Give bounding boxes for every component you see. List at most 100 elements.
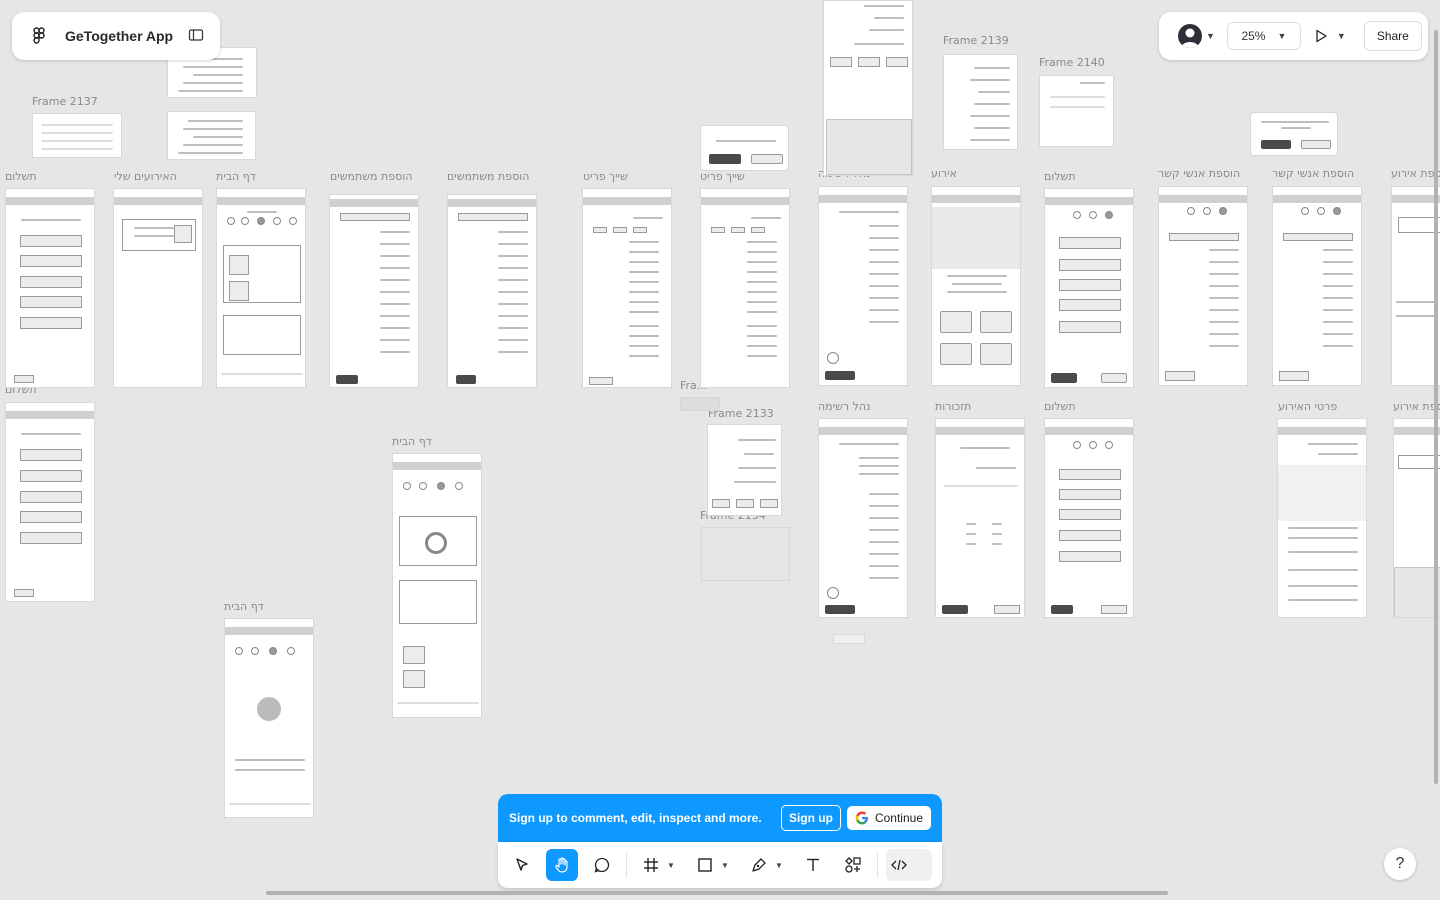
text-tool[interactable] — [797, 849, 829, 881]
frame-label[interactable]: Frame 2139 — [943, 34, 1009, 47]
horizontal-scrollbar[interactable] — [266, 891, 1168, 895]
file-header: GeTogether App — [12, 12, 220, 60]
frame-label[interactable]: דף הבית — [216, 170, 256, 183]
payment-frame[interactable] — [1044, 188, 1134, 388]
zoom-select[interactable]: 25% ▼ — [1226, 22, 1301, 50]
play-icon — [1316, 29, 1327, 43]
avatar — [1178, 24, 1202, 48]
add-contacts-frame[interactable] — [1158, 186, 1248, 386]
wireframe-frame[interactable] — [833, 634, 865, 644]
chevron-down-icon: ▼ — [1206, 31, 1215, 41]
reminders-frame[interactable] — [935, 418, 1025, 618]
frame-label[interactable]: האירועים שלי — [114, 170, 177, 183]
frame-label[interactable]: דף הבית — [224, 600, 264, 613]
frame-label[interactable]: הוספת אנשי קשר — [1272, 167, 1354, 180]
event-details-frame[interactable] — [1277, 418, 1367, 618]
frame-label[interactable]: הוספת אנשי קשר — [1158, 167, 1240, 180]
payment-frame[interactable] — [5, 188, 95, 388]
home-frame[interactable] — [392, 453, 482, 718]
my-events-frame[interactable] — [113, 188, 203, 388]
frame-label[interactable]: פרטי האירוע — [1278, 400, 1337, 413]
keyboard-popup-frame[interactable] — [707, 424, 782, 516]
menu-frame[interactable] — [943, 54, 1018, 150]
assign-item-frame[interactable] — [700, 188, 790, 388]
frame-label[interactable]: הוספת אירוע — [1391, 167, 1440, 180]
chevron-down-icon: ▼ — [1336, 31, 1346, 41]
add-users-frame[interactable] — [447, 194, 537, 388]
toolbar-divider — [626, 852, 627, 878]
design-canvas[interactable]: תשלום האירועים שלי דף הבית הוספת משתמשים… — [0, 0, 1440, 900]
frame-label[interactable]: תשלום — [1044, 170, 1076, 183]
assign-item-frame[interactable] — [582, 188, 672, 388]
signup-banner: Sign up to comment, edit, inspect and mo… — [498, 794, 942, 842]
figma-logo-icon[interactable] — [30, 27, 48, 45]
frame-label[interactable]: Frame 2137 — [32, 95, 98, 108]
frame-tool[interactable] — [635, 849, 667, 881]
home-frame[interactable] — [216, 188, 306, 388]
frame-label[interactable]: אירוע — [931, 167, 957, 180]
dev-mode-toggle[interactable] — [886, 849, 932, 881]
banner-text: Sign up to comment, edit, inspect and mo… — [509, 811, 762, 825]
wireframe-frame[interactable] — [823, 0, 913, 176]
account-menu[interactable]: ▼ — [1178, 24, 1215, 48]
frame-label[interactable]: שייך פריט — [583, 170, 628, 183]
calendar-frame[interactable] — [32, 113, 122, 158]
hand-icon — [555, 857, 568, 873]
resources-tool[interactable] — [837, 849, 869, 881]
move-tool[interactable] — [506, 849, 538, 881]
comment-tool[interactable] — [586, 849, 618, 881]
frame-label[interactable]: הוספת אירוע — [1393, 400, 1440, 413]
chevron-down-icon[interactable]: ▼ — [775, 861, 785, 870]
wireframe-frame[interactable] — [680, 397, 720, 411]
toolbar-divider — [877, 852, 878, 878]
bottom-toolbar: ▼ ▼ ▼ — [498, 842, 942, 888]
wireframe-frame[interactable] — [167, 111, 256, 160]
sign-up-button[interactable]: Sign up — [780, 805, 841, 831]
frame-label[interactable]: דף הבית — [392, 435, 432, 448]
payment-frame[interactable] — [5, 402, 95, 602]
home-frame[interactable] — [224, 618, 314, 818]
add-contacts-frame[interactable] — [1272, 186, 1362, 386]
top-right-controls: ▼ 25% ▼ ▼ Share — [1159, 12, 1428, 60]
frame-label[interactable]: תזכורות — [935, 400, 971, 413]
pen-icon — [752, 858, 766, 872]
rectangle-icon — [698, 858, 712, 872]
help-button[interactable]: ? — [1384, 848, 1416, 880]
comment-icon — [594, 857, 610, 873]
add-event-frame[interactable] — [1391, 186, 1440, 386]
cursor-icon — [516, 858, 528, 871]
keyboard-frame[interactable] — [701, 527, 790, 581]
code-icon — [891, 859, 907, 871]
payment-frame[interactable] — [1044, 418, 1134, 618]
frame-label[interactable]: הוספת משתמשים — [330, 170, 412, 183]
manage-list-frame[interactable] — [818, 186, 908, 386]
frame-label[interactable]: תשלום — [1044, 400, 1076, 413]
frame-label[interactable]: נהל רשימה — [818, 400, 870, 413]
frame-icon — [644, 858, 658, 872]
notification-frame[interactable] — [1039, 75, 1114, 147]
components-icon — [845, 857, 861, 873]
chevron-down-icon[interactable]: ▼ — [721, 861, 731, 870]
event-frame[interactable] — [931, 186, 1021, 386]
text-icon — [807, 858, 819, 871]
file-name[interactable]: GeTogether App — [65, 28, 188, 44]
hand-tool[interactable] — [546, 849, 578, 881]
frame-label[interactable]: שייך פריט — [700, 170, 745, 183]
chevron-down-icon: ▼ — [1277, 31, 1287, 41]
share-button[interactable]: Share — [1363, 21, 1422, 51]
dialog-frame[interactable] — [700, 125, 789, 171]
pen-tool[interactable] — [743, 849, 775, 881]
add-users-frame[interactable] — [329, 194, 419, 388]
frame-label[interactable]: Frame 2140 — [1039, 56, 1105, 69]
present-button[interactable]: ▼ — [1313, 28, 1346, 44]
frame-label[interactable]: הוספת משתמשים — [447, 170, 529, 183]
continue-with-google-button[interactable]: Continue — [846, 806, 931, 830]
vertical-scrollbar[interactable] — [1434, 30, 1438, 784]
add-event-frame[interactable] — [1393, 418, 1440, 618]
shape-tool[interactable] — [689, 849, 721, 881]
dialog-frame[interactable] — [1250, 112, 1338, 156]
manage-list-frame[interactable] — [818, 418, 908, 618]
sidebar-toggle-icon[interactable] — [188, 27, 206, 45]
chevron-down-icon[interactable]: ▼ — [667, 861, 677, 870]
frame-label[interactable]: תשלום — [5, 170, 37, 183]
